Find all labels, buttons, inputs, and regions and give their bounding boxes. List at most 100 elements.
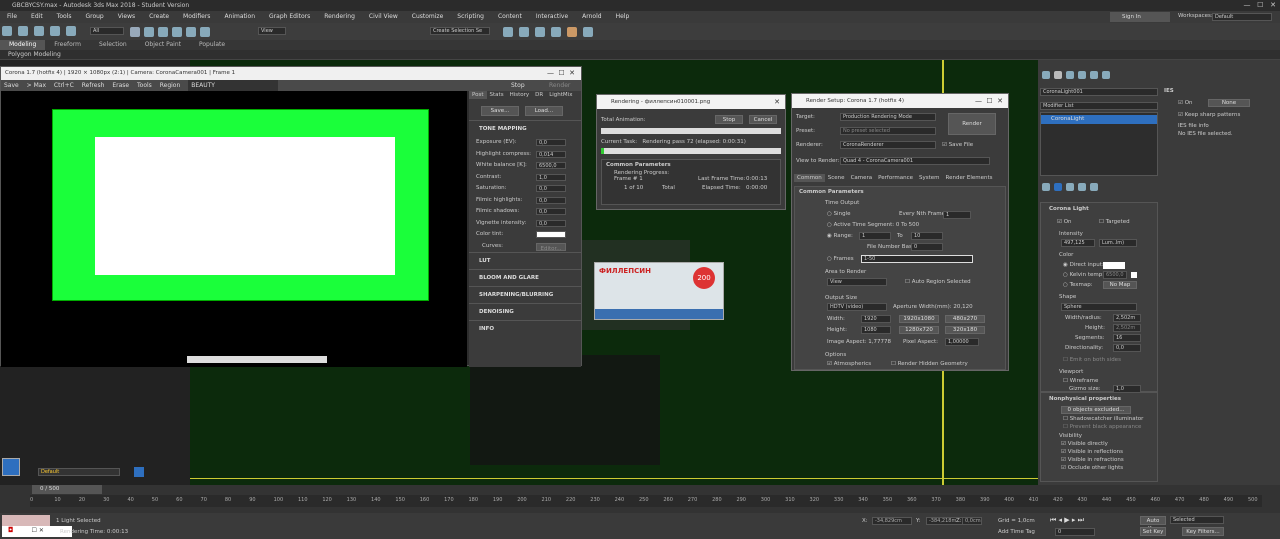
set-key-button[interactable]: Set Key [1140,527,1166,536]
menu-edit[interactable]: Edit [24,11,50,23]
vfb-tab-dr[interactable]: DR [532,91,546,99]
vfb-param-value[interactable]: 0,0 [536,219,566,227]
render-button[interactable]: Render [948,113,996,135]
undo-icon[interactable] [2,26,12,36]
tone-mapping-section[interactable]: TONE MAPPING [469,120,581,137]
workspace-select[interactable]: Default [1212,13,1272,21]
menu-tools[interactable]: Tools [50,11,79,23]
vfb-load-preset-button[interactable]: Load... [524,106,563,116]
timeline-ruler[interactable]: 0 10 20 30 40 50 60 70 80 90 100 110 120 130 140 150 160… [30,495,1262,507]
segments-field[interactable]: 16 [1113,334,1141,342]
every-nth-field[interactable]: 1 [943,211,971,219]
vfb-param-value[interactable]: 0,0 [536,208,566,215]
file-base-field[interactable]: 0 [911,243,943,251]
corona-vfb-window[interactable]: Corona 1.7 (hotfix 4) | 1920 × 1080px (2… [0,66,582,367]
vfb-param-value[interactable]: 0,0 [536,196,566,204]
vfb-section-denoising[interactable]: DENOISING [469,303,581,320]
link-icon[interactable] [33,26,44,36]
width-field[interactable]: 1920 [861,315,891,323]
rendering-cancel-button[interactable]: Cancel [749,115,777,124]
vfb-tab-post[interactable]: Post [469,91,487,99]
playback-controls[interactable]: ⏮ ◂ ▶ ▸ ⏭ [1050,516,1130,526]
current-frame-field[interactable]: 0 [1055,528,1095,536]
hidden-geo-checkbox[interactable]: ☐ Render Hidden Geometry [891,361,968,367]
named-selection-set[interactable]: Create Selection Se [430,27,490,35]
curves-editor-button[interactable]: Editor... [536,242,566,252]
visibility-checkbox[interactable]: ☑ Occlude other lights [1061,464,1124,472]
atmospherics-checkbox[interactable]: ☑ Atmospherics [827,361,871,367]
menu-animation[interactable]: Animation [217,11,262,23]
light-on-checkbox[interactable]: ☑ On [1057,219,1072,225]
radius-field[interactable]: 2,502m [1113,314,1141,322]
vfb-scrollbar[interactable] [187,356,327,363]
render-setup-tab-render-elements[interactable]: Render Elements [943,174,996,182]
single-radio[interactable]: ○ Single [827,211,850,217]
menu-group[interactable]: Group [78,11,110,23]
direct-input-radio[interactable]: ◉ Direct input: [1063,262,1104,268]
menu-graph-editors[interactable]: Graph Editors [262,11,317,23]
key-filters-button[interactable]: Key Filters... [1182,527,1224,536]
height-field[interactable]: 1080 [861,326,891,334]
output-size-select[interactable]: HDTV (video) [827,303,887,311]
menu-help[interactable]: Help [609,11,637,23]
exclude-button[interactable]: 0 objects excluded... [1061,406,1131,414]
vfb-region[interactable]: Region [160,82,181,89]
stack-item-coronalight[interactable]: CoronaLight [1041,115,1157,124]
vfb-channel-select[interactable]: BEAUTY [188,80,279,91]
visibility-checkbox[interactable]: ☑ Visible directly [1061,440,1124,448]
x-coord-field[interactable]: -34,829cm [872,517,912,525]
ribbon-tab-selection[interactable]: Selection [90,40,136,50]
vfb-to-max[interactable]: > Max [27,82,46,89]
menu-arnold[interactable]: Arnold [575,11,608,23]
intensity-field[interactable]: 497,125 [1061,239,1095,247]
redo-icon[interactable] [17,26,28,36]
ribbon-tab-freeform[interactable]: Freeform [45,40,90,50]
active-segment-radio[interactable]: ○ Active Time Segment: 0 To 500 [827,222,919,228]
frames-radio[interactable]: ○ Frames [827,256,854,262]
light-color-swatch[interactable] [1103,262,1125,269]
menu-views[interactable]: Views [111,11,142,23]
modifier-list-select[interactable]: Modifier List [1040,102,1158,110]
menu-create[interactable]: Create [142,11,176,23]
add-time-tag[interactable]: Add Time Tag [998,529,1035,535]
object-name-field[interactable]: CoronaLight001 [1040,88,1158,96]
directionality-field[interactable]: 0,0 [1113,344,1141,352]
key-mode-select[interactable]: Selected [1170,516,1224,524]
ribbon-tab-populate[interactable]: Populate [190,40,234,50]
wireframe-checkbox[interactable]: ☐ Wireframe [1063,378,1098,384]
ies-on-checkbox[interactable]: ☑ On [1178,100,1193,106]
preset-320-button[interactable]: 320x180 [945,326,985,334]
vfb-tools[interactable]: Tools [137,82,152,89]
command-panel-tabs[interactable] [1040,70,1140,82]
vfb-erase[interactable]: Erase [112,82,129,89]
preset-1920-button[interactable]: 1920x1080 [899,315,939,323]
maxscript-listener[interactable] [2,515,50,526]
texmap-button[interactable]: No Map [1103,281,1137,289]
vfb-save-preset-button[interactable]: Save... [481,106,519,116]
z-coord-field[interactable]: 0,0cm [962,517,982,525]
reference-coord-select[interactable]: View [258,27,286,35]
unlink-icon[interactable] [49,26,60,36]
frames-field[interactable]: 1-50 [861,255,973,263]
timeline[interactable]: 0 / 500 0 10 20 30 40 50 60 70 80 90 100 110 120 130 1… [0,485,1280,513]
preset-select[interactable]: No preset selected [840,127,936,135]
kelvin-radio[interactable]: ○ Kelvin temp: [1063,272,1104,278]
intensity-unit-select[interactable]: Lum..lm) [1099,239,1137,247]
vfb-section-bloom-and-glare[interactable]: BLOOM AND GLARE [469,269,581,286]
window-controls[interactable]: — ☐ ✕ [1244,1,1277,9]
stack-tools[interactable] [1040,182,1160,194]
rendering-stop-button[interactable]: Stop [715,115,743,124]
emit-both-checkbox[interactable]: ☐ Emit on both sides [1063,357,1121,363]
ribbon-tab-object-paint[interactable]: Object Paint [136,40,190,50]
render-setup-dialog[interactable]: Render Setup: Corona 1.7 (hotfix 4) — ☐ ✕… [791,93,1009,371]
vfb-param-value[interactable]: 0,0 [536,139,566,146]
vfb-param-value[interactable] [536,231,566,238]
render-setup-tab-performance[interactable]: Performance [875,174,916,182]
save-file-checkbox[interactable]: ☑ Save File [942,142,973,148]
menu-modifiers[interactable]: Modifiers [176,11,217,23]
vfb-tab-stats[interactable]: Stats [487,91,507,99]
layer-select[interactable]: Default [38,468,120,476]
vfb-section-lut[interactable]: LUT [469,252,581,269]
menu-customize[interactable]: Customize [405,11,451,23]
render-setup-tabs[interactable]: Common Scene Camera Performance System Render… [794,174,996,182]
